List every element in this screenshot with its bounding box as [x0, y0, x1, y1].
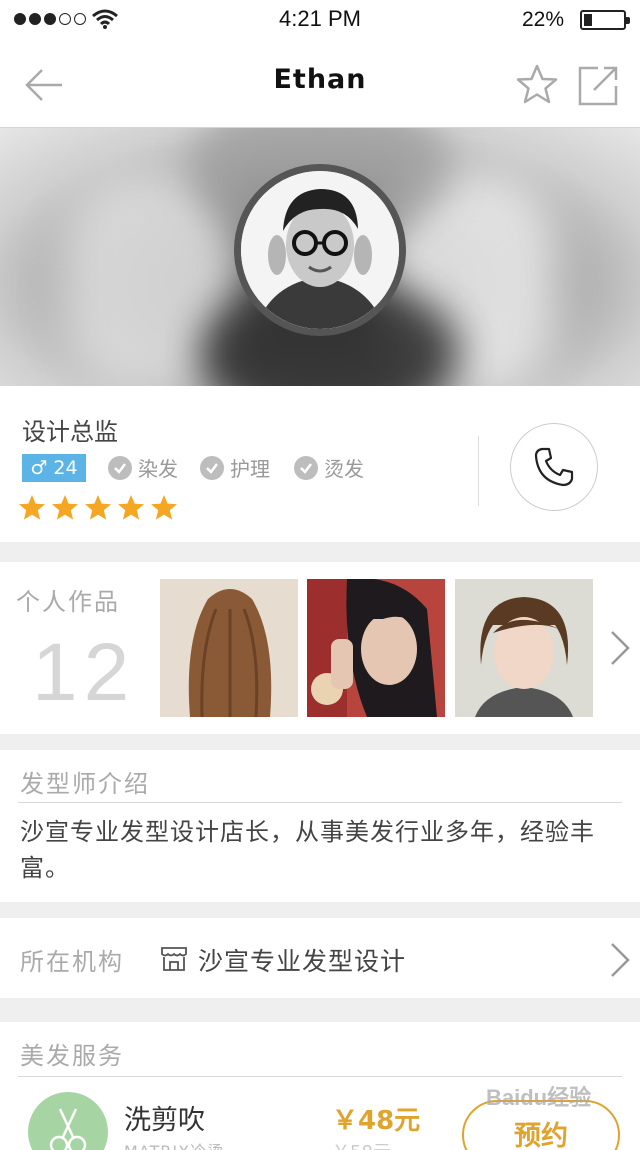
organization-name: 沙宣专业发型设计 — [198, 947, 407, 976]
section-title: 美发服务 — [20, 1042, 124, 1070]
rating-star-icon — [151, 495, 177, 520]
avatar-portrait — [241, 171, 399, 329]
divider — [478, 436, 479, 506]
divider — [18, 802, 622, 803]
portfolio-thumbnail[interactable] — [455, 579, 593, 717]
profile-card: 设计总监 ♂ 24 染发 护理 烫发 — [0, 386, 640, 542]
male-gender-icon: ♂ — [30, 457, 48, 479]
age-value: 24 — [53, 457, 78, 479]
rating-star-icon — [52, 495, 78, 520]
avatar[interactable] — [234, 164, 406, 336]
skill-tag: 染发 — [108, 453, 178, 482]
call-button[interactable] — [510, 423, 598, 511]
service-subtitle: MATRIX冷烫 — [124, 1138, 224, 1150]
scissors-icon — [28, 1092, 108, 1150]
check-icon — [108, 455, 132, 480]
rating-stars — [18, 494, 178, 522]
check-icon — [200, 455, 224, 480]
watermark: Baidu经验 — [486, 1085, 592, 1110]
phone-icon — [534, 447, 574, 487]
status-bar: 4:21 PM 22% — [0, 0, 640, 40]
star-icon[interactable] — [514, 62, 560, 108]
share-icon[interactable] — [576, 64, 620, 108]
chevron-right-icon[interactable] — [608, 940, 632, 980]
check-icon — [294, 455, 318, 480]
service-name: 洗剪吹 — [124, 1105, 205, 1136]
section-title: 发型师介绍 — [20, 770, 150, 798]
gender-age-badge: ♂ 24 — [22, 454, 86, 482]
navigation-bar: Ethan — [0, 40, 640, 128]
divider — [18, 1076, 622, 1077]
service-original-price: ￥58元 — [332, 1138, 391, 1150]
battery-icon — [580, 10, 630, 30]
rating-star-icon — [85, 495, 111, 520]
rating-star-icon — [19, 495, 45, 520]
portfolio-count: 12 — [32, 627, 136, 718]
battery-percentage: 22% — [522, 8, 565, 31]
portfolio-section[interactable]: 个人作品 12 — [0, 562, 640, 734]
portfolio-label: 个人作品 — [16, 588, 120, 616]
shop-icon — [161, 947, 187, 971]
skill-tag: 烫发 — [294, 453, 364, 482]
portfolio-thumbnail[interactable] — [160, 579, 298, 717]
profile-banner — [0, 128, 640, 386]
job-title: 设计总监 — [22, 418, 118, 446]
portfolio-thumbnail[interactable] — [307, 579, 445, 717]
chevron-right-icon[interactable] — [608, 628, 632, 668]
organization-label: 所在机构 — [20, 948, 124, 976]
organization-row[interactable]: 所在机构 沙宣专业发型设计 — [0, 918, 640, 998]
intro-text: 沙宣专业发型设计店长，从事美发行业多年，经验丰富。 — [20, 818, 595, 882]
rating-star-icon — [118, 495, 144, 520]
service-price: ￥48元 — [332, 1106, 421, 1136]
skill-tag: 护理 — [200, 453, 270, 482]
stylist-intro-section: 发型师介绍 沙宣专业发型设计店长，从事美发行业多年，经验丰富。 — [0, 750, 640, 902]
